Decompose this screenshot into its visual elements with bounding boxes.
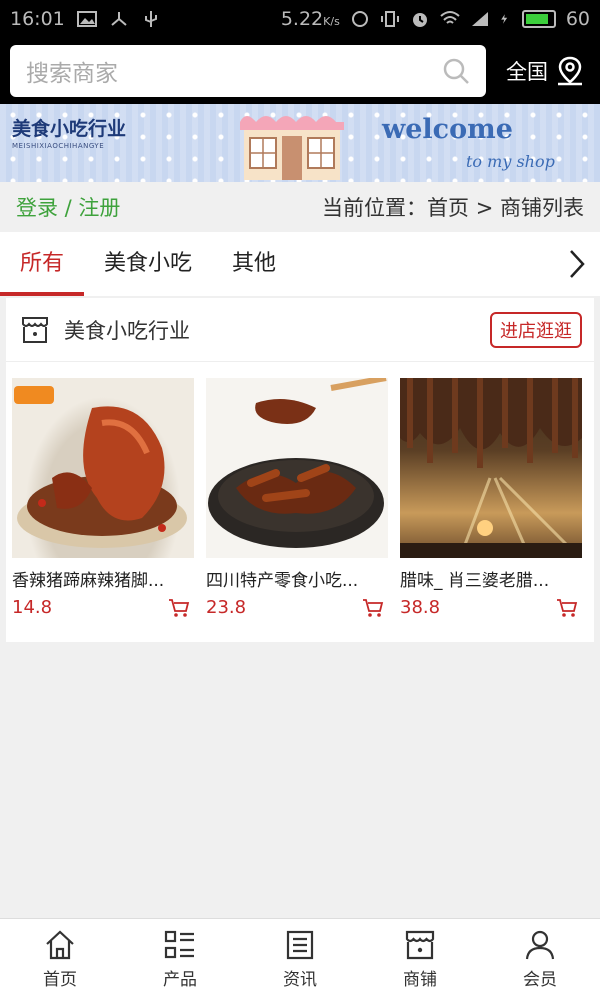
home-icon (46, 930, 74, 960)
product-price: 38.8 (400, 597, 441, 618)
network-speed: 5.22K/s (280, 8, 340, 30)
banner-brand-sub: MEISHIXIAOCHIHANGYE (12, 142, 105, 150)
product-card[interactable]: 香辣猪蹄麻辣猪脚... 14.8 (12, 378, 194, 618)
store-card: 美食小吃行业 进店逛逛 香辣猪蹄麻辣猪脚... 14.8 四川特产零食小吃...… (6, 298, 594, 642)
product-image[interactable] (12, 378, 194, 558)
share-icon (111, 12, 127, 26)
tab-other[interactable]: 其他 (212, 232, 296, 296)
product-card[interactable]: 腊味_ 肖三婆老腊... 38.8 (400, 378, 582, 618)
product-image[interactable] (206, 378, 388, 558)
battery-level: 60 (565, 8, 590, 30)
cart-icon[interactable] (556, 598, 578, 618)
product-list: 香辣猪蹄麻辣猪脚... 14.8 四川特产零食小吃... 23.8 腊味_ 肖三… (6, 362, 594, 618)
search-placeholder: 搜索商家 (26, 61, 118, 87)
search-icon[interactable] (442, 57, 470, 85)
signal-4g-icon (471, 12, 488, 26)
store-icon (405, 930, 435, 960)
news-icon (286, 930, 314, 960)
status-bar: 16:01 5.22K/s 60 (0, 0, 600, 38)
user-icon (525, 930, 555, 960)
product-image[interactable] (400, 378, 582, 558)
wifi-icon (440, 11, 460, 24)
chevron-right-icon (570, 250, 585, 278)
tabs-more-button[interactable] (554, 232, 600, 296)
login-register-link[interactable]: 登录 / 注册 (16, 192, 120, 222)
nav-stores-label: 商铺 (403, 970, 437, 990)
product-title[interactable]: 香辣猪蹄麻辣猪脚... (12, 566, 194, 591)
cart-icon[interactable] (362, 598, 384, 618)
product-card[interactable]: 四川特产零食小吃... 23.8 (206, 378, 388, 618)
shop-illustration (240, 116, 344, 180)
location-bar: 登录 / 注册 当前位置：首页 > 商铺列表 (0, 182, 600, 232)
nav-stores[interactable]: 商铺 (360, 919, 480, 1000)
banner-welcome: welcome (382, 114, 513, 145)
battery-icon (521, 10, 556, 28)
sync-icon (351, 11, 368, 27)
usb-icon (144, 11, 157, 27)
store-name: 美食小吃行业 (64, 318, 190, 343)
nav-products-label: 产品 (163, 970, 197, 990)
product-title[interactable]: 四川特产零食小吃... (206, 566, 388, 591)
search-input[interactable]: 搜索商家 (10, 45, 486, 97)
product-price: 23.8 (206, 597, 247, 618)
region-label: 全国 (506, 60, 548, 84)
region-selector[interactable]: 全国 (506, 56, 590, 86)
cart-icon[interactable] (168, 598, 190, 618)
alarm-icon (412, 13, 427, 27)
store-card-header: 美食小吃行业 进店逛逛 (6, 298, 594, 362)
bottom-nav: 首页 产品 资讯 商铺 会员 (0, 918, 600, 1000)
tab-all[interactable]: 所有 (0, 232, 85, 296)
enter-store-button[interactable]: 进店逛逛 (490, 311, 582, 348)
banner-brand: 美食小吃行业 (12, 118, 127, 140)
nav-news[interactable]: 资讯 (240, 919, 360, 1000)
nav-news-label: 资讯 (283, 970, 317, 990)
location-pin-icon (558, 56, 582, 86)
image-icon (76, 11, 97, 27)
charging-icon (501, 14, 508, 24)
breadcrumb: 当前位置：首页 > 商铺列表 (322, 196, 584, 220)
nav-member[interactable]: 会员 (480, 919, 600, 1000)
shop-banner: 美食小吃行业 MEISHIXIAOCHIHANGYE welcome to my… (0, 104, 600, 182)
product-title[interactable]: 腊味_ 肖三婆老腊... (400, 566, 582, 591)
vibrate-icon (380, 11, 399, 27)
store-icon (22, 316, 48, 343)
nav-home-label: 首页 (43, 970, 77, 990)
category-tabs: 所有 美食小吃 其他 (0, 232, 600, 296)
grid-list-icon (164, 930, 194, 959)
nav-member-label: 会员 (523, 970, 557, 990)
status-time: 16:01 (10, 8, 65, 30)
tab-snacks[interactable]: 美食小吃 (84, 232, 212, 296)
app-header: 搜索商家 全国 (0, 38, 600, 104)
banner-tagline: to my shop (466, 152, 555, 171)
product-price: 14.8 (12, 597, 53, 618)
nav-products[interactable]: 产品 (120, 919, 240, 1000)
nav-home[interactable]: 首页 (0, 919, 120, 1000)
